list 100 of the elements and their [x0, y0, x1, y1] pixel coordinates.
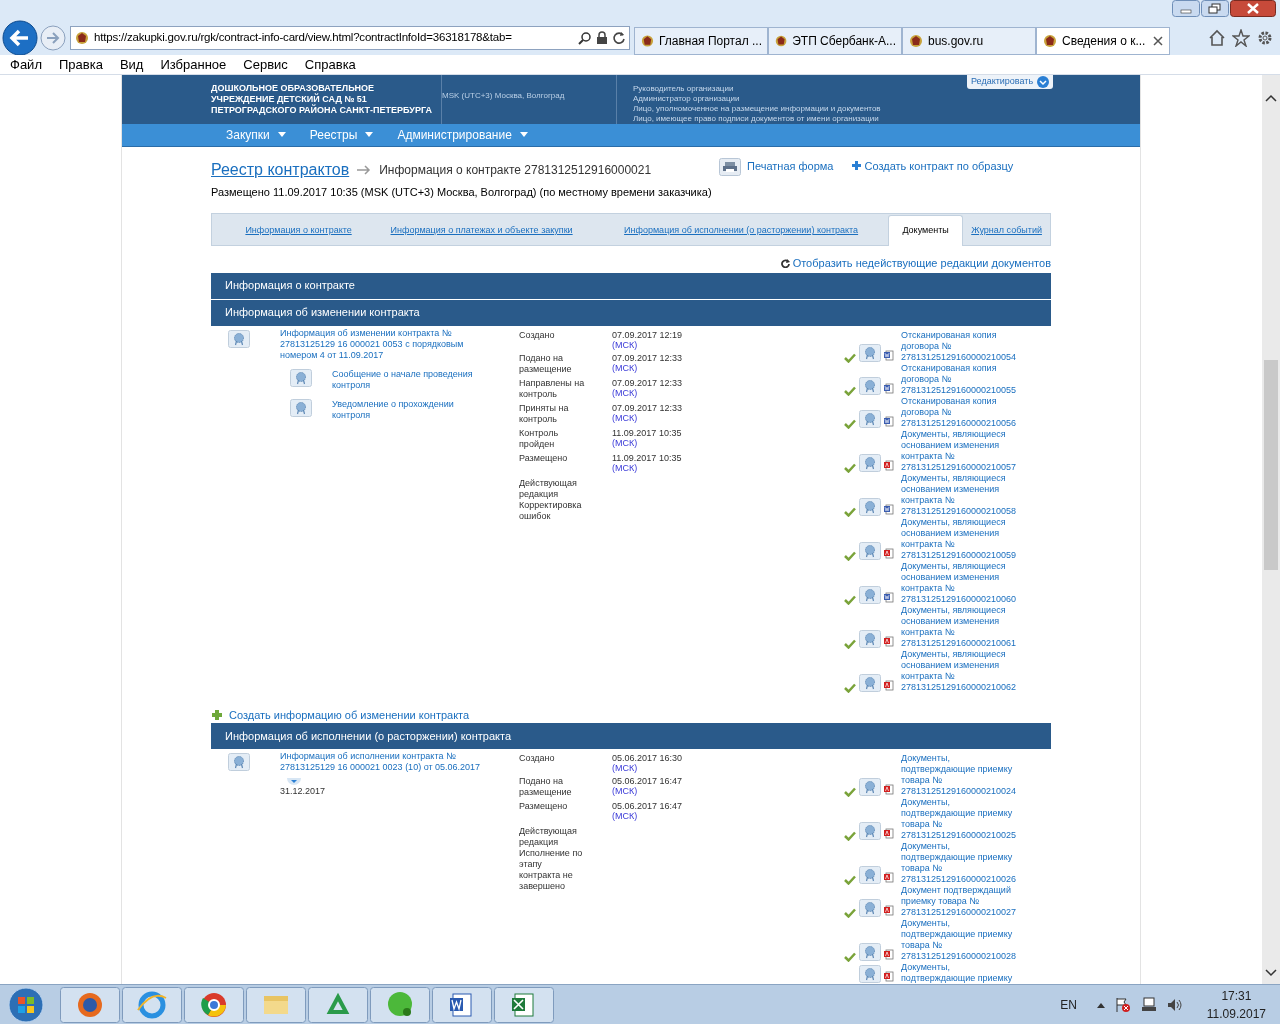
seal-button[interactable] — [859, 629, 881, 648]
timezone-label: (МСК) — [612, 362, 638, 373]
language-indicator[interactable]: EN — [1060, 995, 1077, 1014]
tab[interactable]: Информация об исполнении (о расторжении) контракта — [594, 217, 889, 245]
event-date: 05.06.2017 16:30 — [612, 753, 684, 763]
expand-icon[interactable] — [287, 778, 301, 787]
menu-item[interactable]: Избранное — [160, 54, 227, 75]
document-app-icon[interactable] — [432, 986, 492, 1023]
nav-menu[interactable]: Администрирование — [397, 125, 528, 144]
timezone-label: (МСК) — [612, 412, 638, 423]
browser-icon[interactable] — [60, 986, 120, 1023]
document-link[interactable]: Документы, подтверждающие приемку товара № 27813125129160000210026 — [901, 841, 1021, 885]
document-link[interactable]: Документы, являющиеся основанием изменения контракта № 27813125129160000210061 — [901, 604, 1021, 649]
seal-button[interactable] — [859, 453, 881, 472]
close-icon[interactable] — [1152, 35, 1164, 47]
document-link[interactable]: Документы, являющиеся основанием изменения контракта № 27813125129160000210059 — [901, 516, 1021, 561]
site-emblem-icon — [774, 33, 789, 49]
seal-button[interactable] — [859, 409, 881, 428]
seal-button[interactable] — [859, 585, 881, 604]
event-date: 07.09.2017 12:33 — [612, 352, 684, 363]
spreadsheet-app-icon[interactable] — [494, 986, 554, 1023]
seal-button[interactable] — [290, 368, 312, 387]
seal-button[interactable] — [228, 753, 250, 771]
menu-item[interactable]: Сервис — [243, 54, 288, 75]
scrollbar-thumb[interactable] — [1264, 359, 1278, 570]
menu-item[interactable]: Справка — [304, 54, 356, 75]
document-link[interactable]: Документы, являющиеся основанием изменения контракта № 27813125129160000210060 — [901, 560, 1021, 605]
menu-item[interactable]: Вид — [119, 54, 144, 75]
seal-button[interactable] — [859, 866, 881, 884]
document-link[interactable]: Документы, подтверждающие приемку товара № 27813125129160000210028 — [901, 918, 1021, 962]
seal-button[interactable] — [290, 398, 312, 417]
nav-menu[interactable]: Реестры — [309, 125, 374, 144]
back-button[interactable] — [2, 19, 38, 56]
address-bar[interactable]: https://zakupki.gov.ru/rgk/contract-info-card/view.html?contractInfoId=36318178&tab= — [70, 25, 630, 50]
tab[interactable]: Журнал событий — [963, 217, 1050, 245]
recycle-icon[interactable] — [308, 986, 368, 1023]
tab[interactable]: Информация о контракте — [228, 217, 370, 245]
minimize-button[interactable] — [1172, 0, 1200, 17]
tab[interactable]: Документы — [888, 215, 964, 246]
document-link[interactable]: Документы, являющиеся основанием изменения контракта № 27813125129160000210057 — [901, 428, 1021, 473]
create-by-sample-link[interactable]: Создать контракт по образцу — [851, 157, 1014, 174]
document-link[interactable]: Информация об исполнении контракта № 27813125129 16 000021 0023 (10) от 05.06.2017 — [280, 751, 495, 773]
seal-button[interactable] — [859, 497, 881, 516]
seal-button[interactable] — [859, 376, 881, 395]
seal-button[interactable] — [859, 343, 881, 362]
seal-button[interactable] — [859, 673, 881, 692]
document-link[interactable]: Сообщение о начале проведения контроля — [332, 368, 482, 391]
clock-date[interactable]: 11.09.2017 — [1206, 1004, 1266, 1023]
tab[interactable]: Информация о платежах и объекте закупки — [369, 217, 595, 245]
restore-button[interactable] — [1201, 0, 1229, 17]
seal-button[interactable] — [859, 778, 881, 796]
browser-tab[interactable]: bus.gov.ru — [902, 27, 1036, 55]
network-icon[interactable] — [1140, 996, 1157, 1013]
browser-tab[interactable]: Сведения о к... — [1036, 27, 1170, 55]
clock-time[interactable]: 17:31 — [1221, 986, 1252, 1005]
timezone-label: (МСК) — [612, 462, 638, 473]
document-link[interactable]: Отсканированая копия договора № 27813125129160000210055 — [901, 362, 1021, 396]
seal-button[interactable] — [859, 899, 881, 917]
seal-button[interactable] — [859, 965, 881, 983]
close-button[interactable] — [1230, 0, 1276, 17]
search-icon[interactable] — [578, 30, 592, 45]
menu-item[interactable]: Файл — [10, 54, 42, 75]
pdf-file-icon — [884, 679, 894, 691]
star-icon[interactable] — [1232, 28, 1250, 47]
pdf-file-icon — [884, 459, 894, 471]
seal-button[interactable] — [228, 329, 250, 348]
edit-button[interactable]: Редактировать — [967, 75, 1054, 89]
event-label: Подано на размещение — [519, 352, 573, 375]
document-link[interactable]: Документ подтверждащий приемку товара № 27813125129160000210027 — [901, 885, 1021, 918]
flag-icon[interactable] — [1114, 996, 1131, 1013]
scrollbar[interactable] — [1262, 75, 1280, 984]
browser-tab[interactable]: ЭТП Сбербанк-А... — [768, 27, 902, 55]
document-link[interactable]: Документы, подтверждающие приемку — [901, 962, 1021, 984]
refresh-icon[interactable] — [612, 30, 626, 45]
document-link[interactable]: Документы, подтверждающие приемку товара № 27813125129160000210024 — [901, 753, 1021, 797]
document-link[interactable]: Информация об изменении контракта № 27813125129 16 000021 0053 с порядковым номером 4 от 11.09.2017 — [280, 327, 495, 361]
section-title: Информация об изменении контракта — [225, 305, 420, 321]
folder-icon[interactable] — [246, 986, 306, 1023]
tray-expand-icon[interactable] — [1096, 1001, 1105, 1008]
document-link[interactable]: Документы, являющиеся основанием изменения контракта № 27813125129160000210058 — [901, 472, 1021, 517]
menu-item[interactable]: Правка — [58, 54, 103, 75]
event-label: Размещено — [519, 801, 569, 813]
seal-button[interactable] — [859, 943, 881, 961]
seal-button[interactable] — [859, 822, 881, 840]
seal-button[interactable] — [859, 541, 881, 560]
home-icon[interactable] — [1208, 28, 1226, 47]
document-link[interactable]: Отсканированая копия договора № 27813125129160000210056 — [901, 395, 1021, 429]
breadcrumb-link[interactable]: Реестр контрактов — [211, 157, 350, 182]
document-link[interactable]: Документы, являющиеся основанием изменения контракта № 27813125129160000210062 — [901, 648, 1021, 693]
print-form-button[interactable]: Печатная форма — [719, 157, 834, 176]
create-change-link[interactable]: Создать информацию об изменении контракта — [211, 706, 1051, 723]
browser-icon[interactable] — [184, 986, 244, 1023]
browser-icon[interactable] — [122, 986, 182, 1023]
document-link[interactable]: Документы, подтверждающие приемку товара № 27813125129160000210025 — [901, 797, 1021, 841]
document-link[interactable]: Отсканированая копия договора № 27813125129160000210054 — [901, 329, 1021, 363]
document-link[interactable]: Уведомление о прохождении контроля — [332, 398, 482, 421]
browser-tab[interactable]: Главная Портал ... — [634, 27, 768, 55]
forward-button[interactable] — [40, 24, 66, 51]
nav-menu[interactable]: Закупки — [226, 125, 286, 144]
chat-icon[interactable] — [370, 986, 430, 1023]
